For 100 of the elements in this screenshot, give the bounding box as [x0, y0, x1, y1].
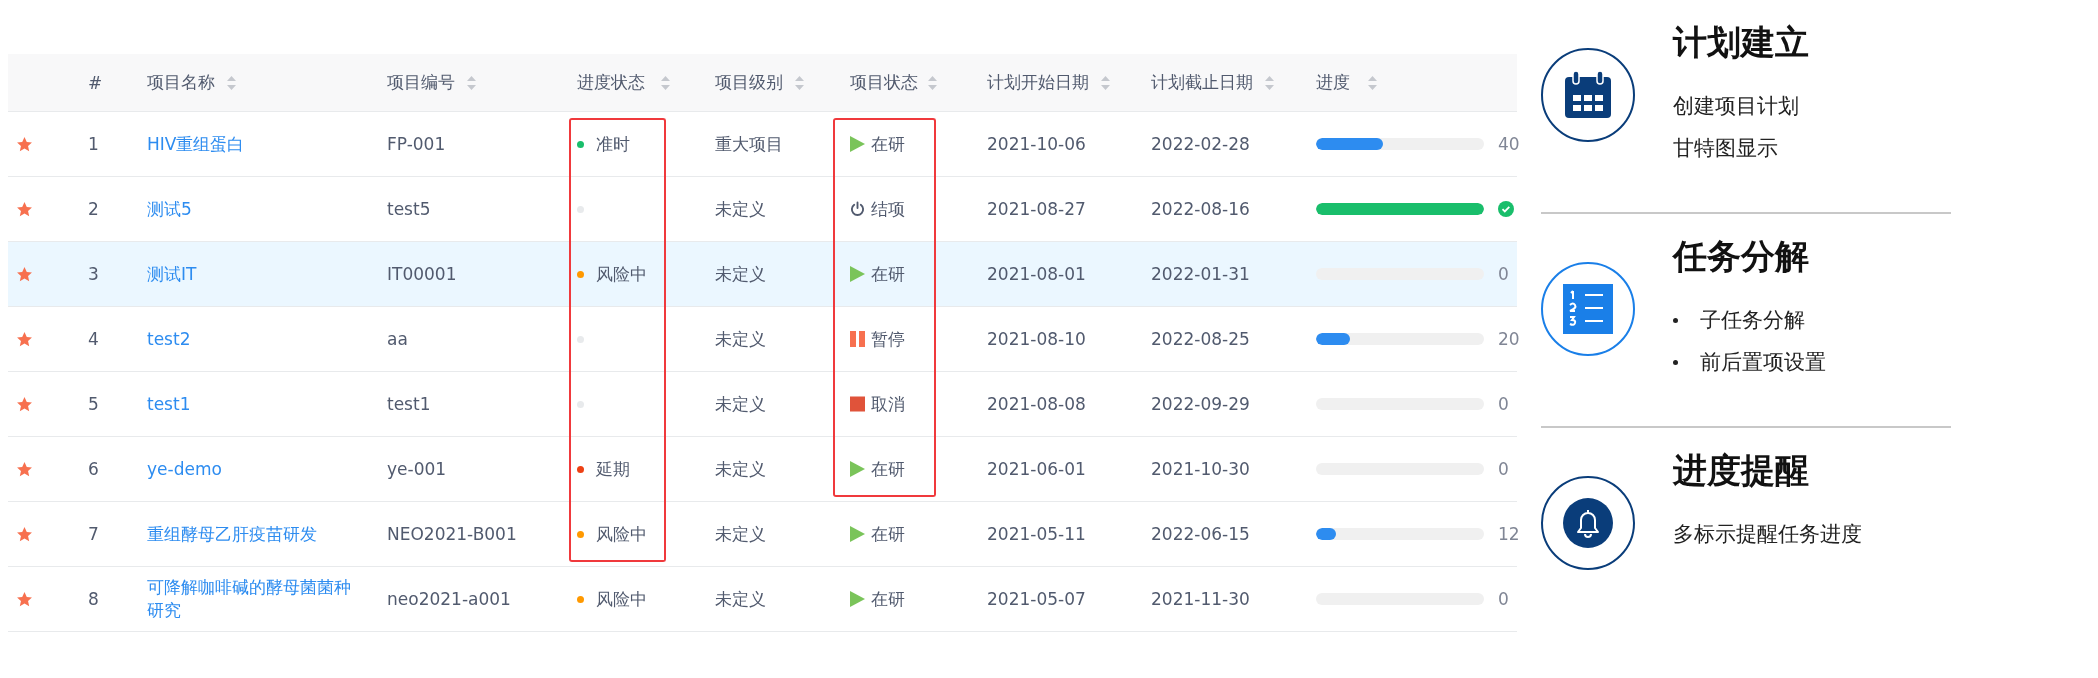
end-date: 2022-06-15	[1151, 524, 1250, 544]
start-date: 2021-05-07	[987, 589, 1086, 609]
project-level: 重大项目	[715, 132, 783, 156]
progress-status-text: 风险中	[596, 587, 647, 611]
project-status-text: 暂停	[871, 327, 905, 351]
table-row[interactable]: 7 重组酵母乙肝疫苗研发 NEO2021-B001 风险中 未定义 在研 2021-05-11 2022-06-15 12	[8, 502, 1517, 567]
numbered-list-icon	[1563, 284, 1613, 334]
star-icon[interactable]	[16, 135, 33, 153]
star-icon[interactable]	[16, 590, 33, 608]
star-icon[interactable]	[16, 265, 33, 283]
table-row[interactable]: 3 测试IT IT00001 风险中 未定义 在研 2021-08-01 2022-01-31 0	[8, 242, 1517, 307]
column-header: 项目级别	[715, 71, 783, 94]
project-code: neo2021-a001	[387, 589, 511, 609]
sort-icon[interactable]	[928, 75, 937, 90]
project-name-link[interactable]: 重组酵母乙肝疫苗研发	[147, 522, 317, 546]
column-header: #	[88, 72, 103, 93]
row-number: 4	[88, 329, 99, 349]
sort-icon[interactable]	[1101, 75, 1110, 90]
progress-percent: 0	[1498, 459, 1509, 479]
feature-title: 任务分解	[1673, 235, 1810, 278]
table-row[interactable]: 4 test2 aa 未定义 暂停 2021-08-10 2022-08-25 20	[8, 307, 1517, 372]
progress-status-text: 延期	[596, 457, 630, 481]
project-code: test1	[387, 394, 431, 414]
column-header: 项目状态	[850, 71, 918, 94]
column-header: 计划截止日期	[1151, 71, 1253, 94]
feature-description: 子任务分解	[1700, 307, 1805, 334]
project-name-link[interactable]: 测试5	[147, 197, 192, 221]
start-date: 2021-08-08	[987, 394, 1086, 414]
row-number: 1	[88, 134, 99, 154]
calendar-icon	[1563, 70, 1613, 120]
project-status-text: 在研	[871, 457, 905, 481]
row-number: 2	[88, 199, 99, 219]
end-date: 2021-11-30	[1151, 589, 1250, 609]
row-number: 3	[88, 264, 99, 284]
end-date: 2021-10-30	[1151, 459, 1250, 479]
sort-icon[interactable]	[227, 75, 236, 90]
project-status-text: 结项	[871, 197, 905, 221]
sort-icon[interactable]	[661, 75, 670, 90]
row-number: 6	[88, 459, 99, 479]
feature-title: 计划建立	[1673, 21, 1809, 64]
end-date: 2022-08-16	[1151, 199, 1250, 219]
sort-icon[interactable]	[1368, 75, 1377, 90]
project-name-link[interactable]: HIV重组蛋白	[147, 132, 245, 156]
start-date: 2021-08-27	[987, 199, 1086, 219]
star-icon[interactable]	[16, 525, 33, 543]
end-date: 2022-08-25	[1151, 329, 1250, 349]
star-icon[interactable]	[16, 200, 33, 218]
table-row[interactable]: 8 可降解咖啡碱的酵母菌菌种研究 neo2021-a001 风险中 未定义 在研 2021-05-07 2021-11-30 0	[8, 567, 1517, 632]
power-icon	[850, 201, 865, 217]
column-header: 项目名称	[147, 71, 215, 94]
start-date: 2021-08-10	[987, 329, 1086, 349]
feature-title: 进度提醒	[1673, 449, 1810, 492]
sort-icon[interactable]	[1265, 75, 1274, 90]
column-header: 计划开始日期	[987, 71, 1089, 94]
progress-percent: 12	[1498, 524, 1520, 544]
bullet-dot	[1673, 359, 1678, 365]
project-level: 未定义	[715, 262, 766, 286]
play-icon	[850, 591, 865, 607]
feature-description: 多标示提醒任务进度	[1673, 521, 1862, 548]
play-icon	[850, 526, 865, 542]
bell-icon	[1563, 498, 1613, 548]
project-name-link[interactable]: 可降解咖啡碱的酵母菌菌种研究	[147, 576, 367, 622]
progress-percent: 20	[1498, 329, 1520, 349]
project-name-link[interactable]: ye-demo	[147, 457, 222, 481]
sort-icon[interactable]	[795, 75, 804, 90]
star-icon[interactable]	[16, 395, 33, 413]
progress-percent: 40	[1498, 134, 1520, 154]
project-status-text: 在研	[871, 262, 905, 286]
project-code: ye-001	[387, 459, 447, 479]
start-date: 2021-06-01	[987, 459, 1086, 479]
project-code: test5	[387, 199, 431, 219]
end-date: 2022-01-31	[1151, 264, 1250, 284]
project-name-link[interactable]: test2	[147, 327, 191, 351]
project-level: 未定义	[715, 327, 766, 351]
project-code: FP-001	[387, 134, 446, 154]
table-row[interactable]: 6 ye-demo ye-001 延期 未定义 在研 2021-06-01 2021-10-30 0	[8, 437, 1517, 502]
project-name-link[interactable]: test1	[147, 392, 191, 416]
star-icon[interactable]	[16, 460, 33, 478]
progress-percent: 0	[1498, 589, 1509, 609]
feature-description: 甘特图显示	[1673, 135, 1778, 162]
column-header: 进度	[1316, 71, 1350, 94]
column-header: 进度状态	[577, 71, 645, 94]
project-status-text: 取消	[871, 392, 905, 416]
project-code: NEO2021-B001	[387, 524, 517, 544]
project-code: IT00001	[387, 264, 457, 284]
progress-status-text: 风险中	[596, 262, 647, 286]
play-icon	[850, 461, 865, 477]
start-date: 2021-10-06	[987, 134, 1086, 154]
sort-icon[interactable]	[467, 75, 476, 90]
star-icon[interactable]	[16, 330, 33, 348]
progress-status-text: 准时	[596, 132, 630, 156]
row-number: 5	[88, 394, 99, 414]
table-row[interactable]: 5 test1 test1 未定义 取消 2021-08-08 2022-09-29 0	[8, 372, 1517, 437]
table-row[interactable]: 1 HIV重组蛋白 FP-001 准时 重大项目 在研 2021-10-06 2022-02-28 40	[8, 112, 1517, 177]
start-date: 2021-08-01	[987, 264, 1086, 284]
feature-description: 前后置项设置	[1700, 349, 1826, 376]
project-status-text: 在研	[871, 132, 905, 156]
project-level: 未定义	[715, 522, 766, 546]
stop-icon	[850, 396, 865, 412]
progress-percent: 0	[1498, 394, 1509, 414]
